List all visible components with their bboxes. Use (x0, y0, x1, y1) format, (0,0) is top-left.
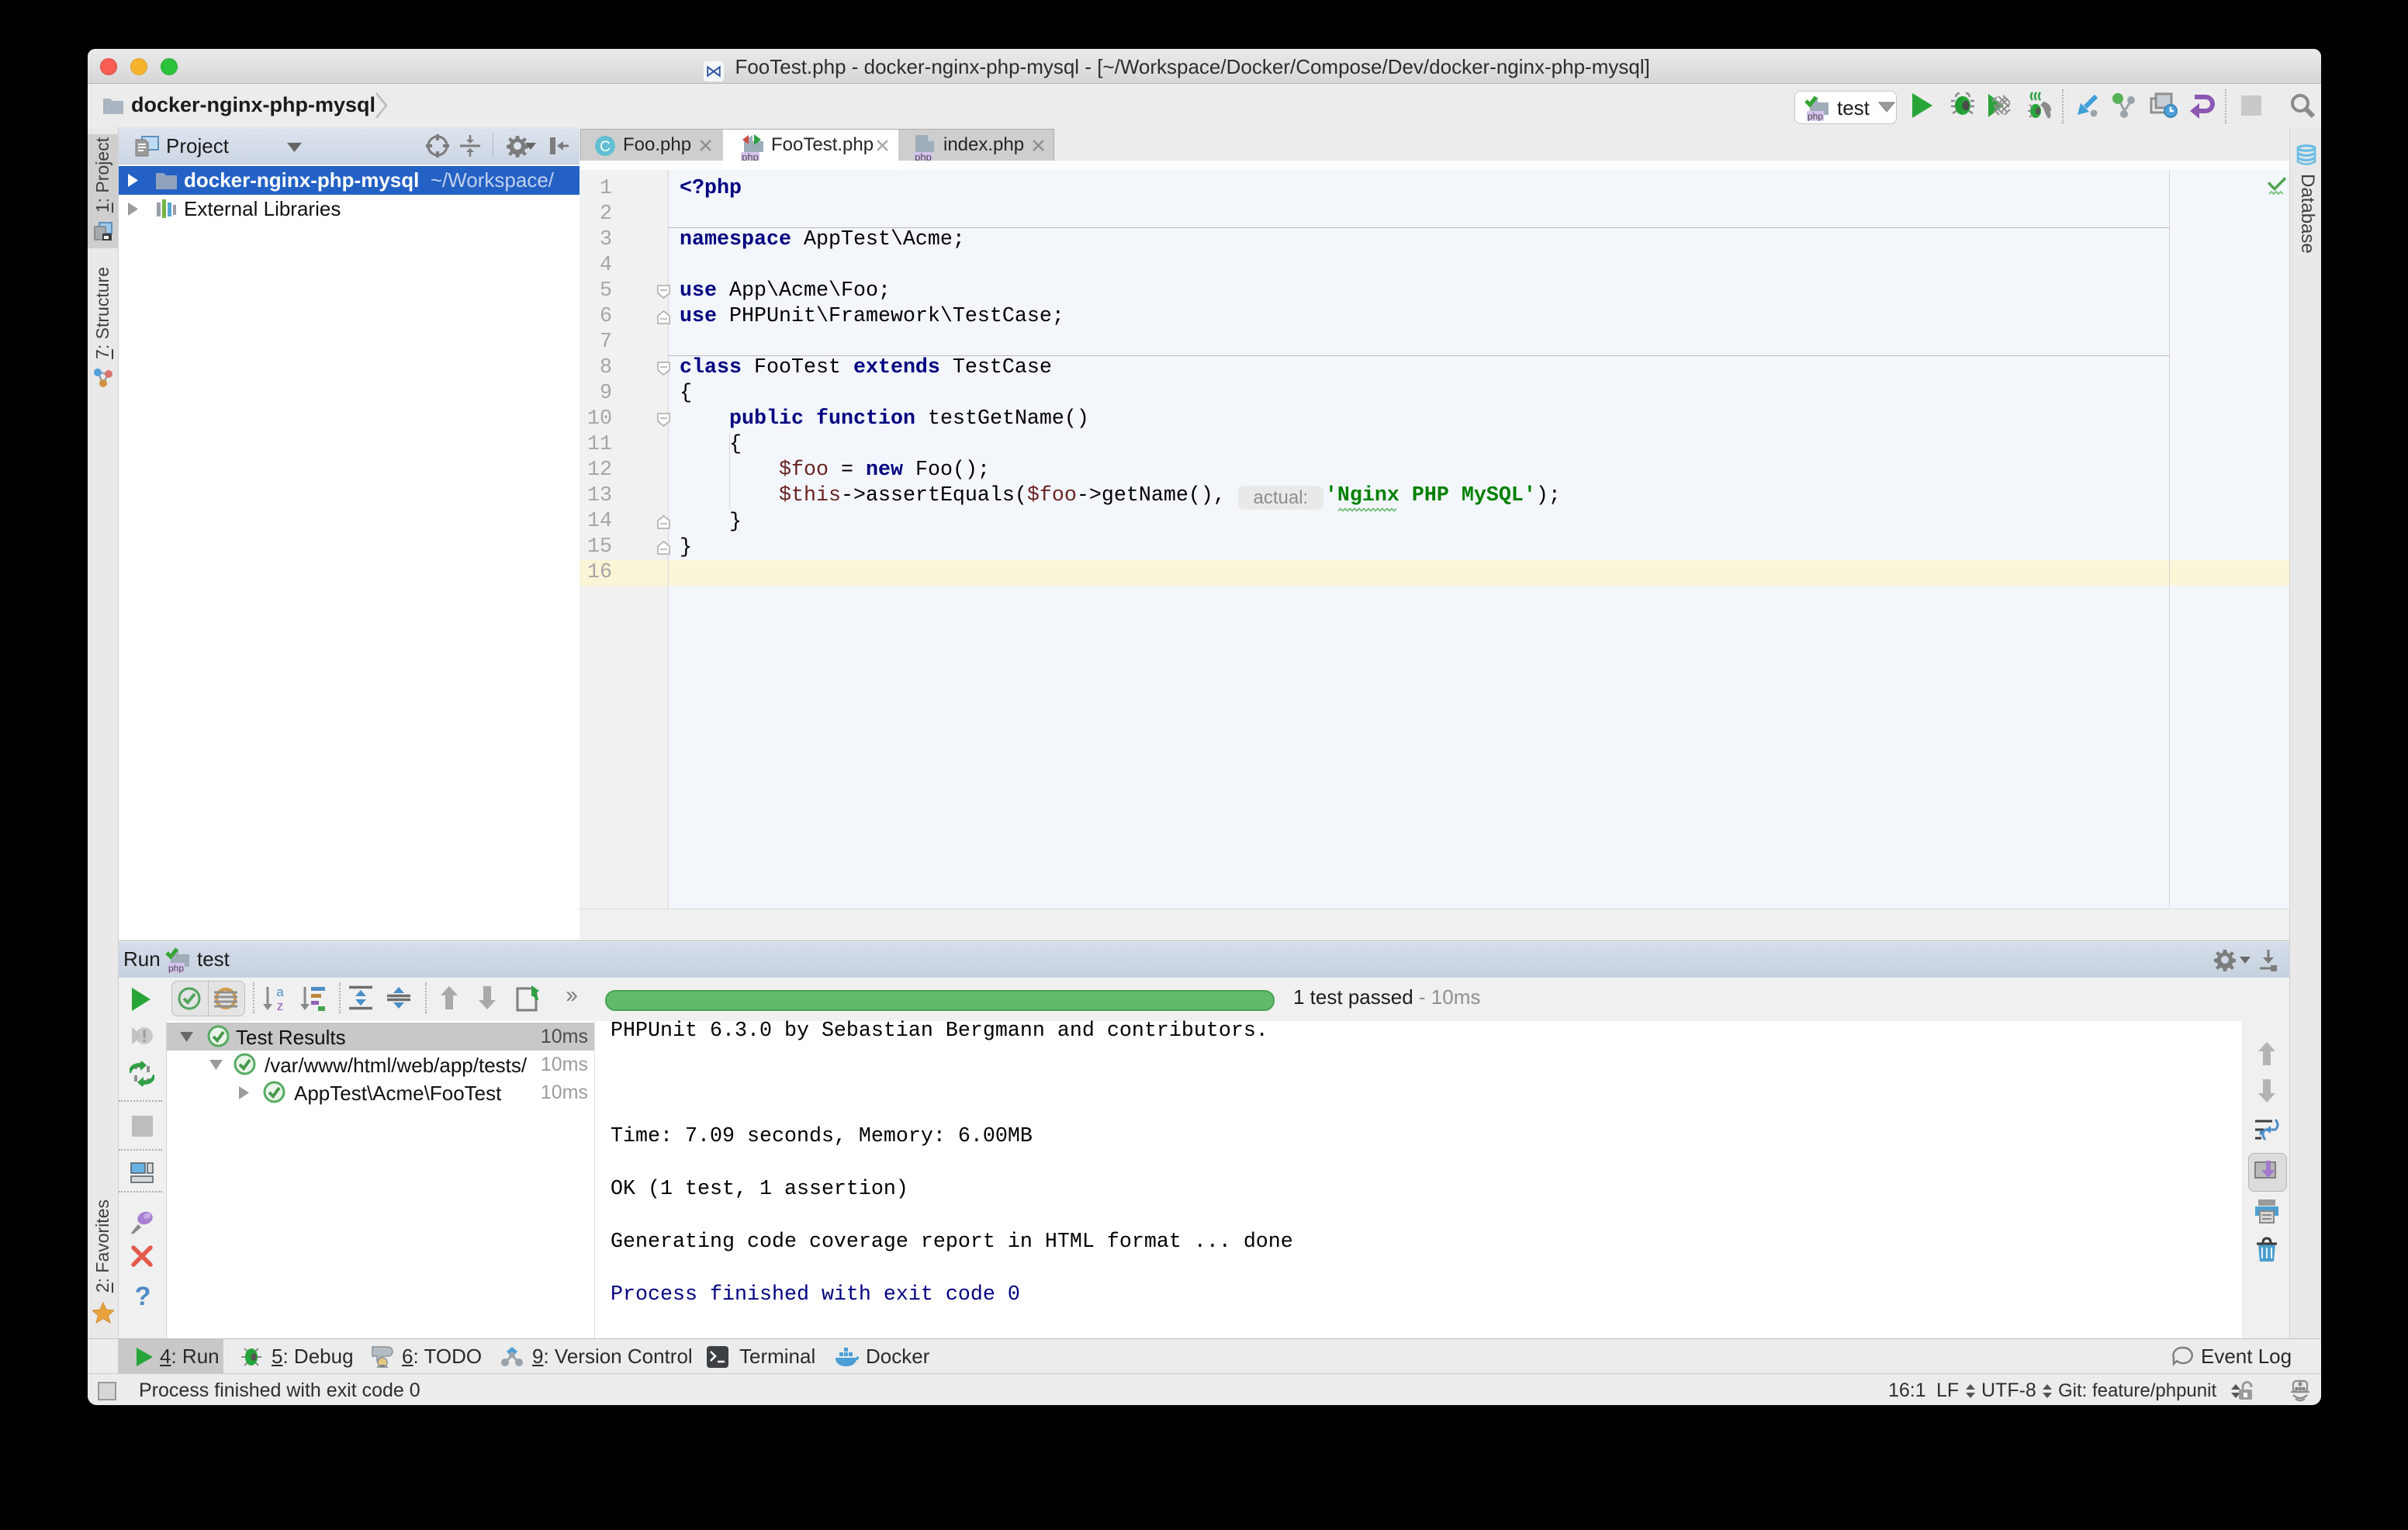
svg-text:z: z (277, 999, 284, 1012)
svg-text:php: php (168, 963, 184, 973)
svg-text:!: ! (141, 1026, 147, 1046)
svg-text:php: php (1808, 111, 1823, 121)
svg-text:C: C (600, 139, 611, 155)
svg-text:a: a (276, 985, 284, 999)
